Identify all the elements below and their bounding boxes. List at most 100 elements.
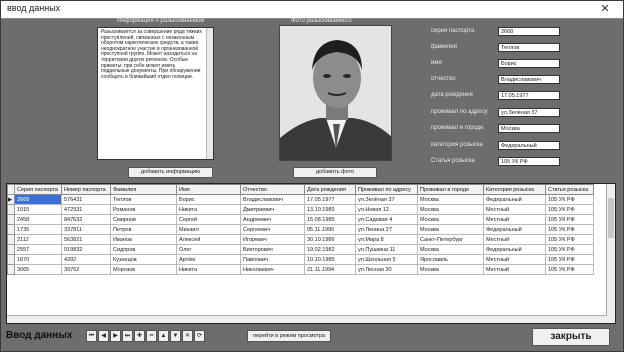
table-cell[interactable]: 21.11.1994 (304, 264, 356, 275)
table-cell[interactable]: Москва (417, 214, 484, 225)
table-cell[interactable]: Борис (176, 194, 241, 205)
table-cell[interactable]: Сидоров (110, 244, 177, 255)
column-header[interactable]: Номер паспорта (61, 184, 111, 195)
table-cell[interactable]: ул.Пушкина 11 (355, 244, 418, 255)
table-cell[interactable]: 847632 (61, 214, 111, 225)
table-cell[interactable]: Москва (417, 224, 484, 235)
row-selector[interactable] (7, 204, 15, 215)
table-cell[interactable]: Местный (483, 234, 546, 245)
table-cell[interactable]: Викторович (240, 244, 305, 255)
table-cell[interactable]: Федеральный (483, 224, 546, 235)
table-cell[interactable]: Дмитриевич (240, 204, 305, 215)
row-selector[interactable]: ▶ (7, 194, 15, 205)
table-cell[interactable]: 105 УК РФ (545, 194, 594, 205)
table-row[interactable]: 1015 472931 Романов Никита Дмитриевич 13.10.1… (7, 204, 594, 215)
nav-button-icon[interactable]: ▶ (110, 330, 121, 342)
row-selector[interactable] (7, 214, 15, 225)
nav-button-icon[interactable]: ▲ (158, 330, 169, 342)
table-cell[interactable]: ул.Мира 8 (355, 234, 418, 245)
form-field-5[interactable]: ул.Зелёная 37 (498, 108, 560, 117)
table-cell[interactable]: Сергей (176, 214, 241, 225)
table-cell[interactable]: Федеральный (483, 194, 546, 205)
table-row[interactable]: 3065 39762 Морозов Никита Николаевич 21.11.19… (7, 264, 594, 275)
nav-button-icon[interactable]: ⏭ (122, 330, 133, 342)
table-row[interactable]: 1870 4392 Кузнецов Артём Павлович 10.10.1985 у… (7, 254, 594, 265)
table-cell[interactable]: Местный (483, 204, 546, 215)
table-cell[interactable]: Местный (483, 264, 546, 275)
table-cell[interactable]: Федеральный (483, 244, 546, 255)
column-header[interactable]: Дата рождения (304, 184, 356, 195)
table-cell[interactable]: 576431 (61, 194, 111, 205)
table-cell[interactable]: 105 УК РФ (545, 234, 594, 245)
table-cell[interactable]: Олег (176, 244, 241, 255)
column-header[interactable]: Имя (176, 184, 241, 195)
table-cell[interactable]: Теплов (110, 194, 177, 205)
close-window-icon[interactable]: ✕ (597, 2, 613, 16)
column-header[interactable]: Фамилия (110, 184, 177, 195)
table-cell[interactable]: Смирнов (110, 214, 177, 225)
table-cell[interactable]: 39762 (61, 264, 111, 275)
table-cell[interactable]: 563821 (61, 234, 111, 245)
table-cell[interactable]: 17.05.1977 (304, 194, 356, 205)
info-textarea[interactable]: Разыскивается за совершение ряда тяжких … (97, 27, 214, 160)
table-cell[interactable]: Санкт-Петербург (417, 234, 484, 245)
column-header[interactable]: Отчество (240, 184, 305, 195)
table-cell[interactable]: Местный (483, 214, 546, 225)
form-field-0[interactable]: 2668 (498, 27, 560, 36)
row-selector[interactable] (7, 244, 15, 255)
table-cell[interactable]: Игоревич (240, 234, 305, 245)
table-cell[interactable]: 105 УК РФ (545, 204, 594, 215)
nav-button-icon[interactable]: ⟳ (194, 330, 205, 342)
form-field-2[interactable]: Борис (498, 59, 560, 68)
table-cell[interactable]: 2557 (14, 244, 62, 255)
table-cell[interactable]: Андреевич (240, 214, 305, 225)
nav-button-icon[interactable]: ✕ (182, 330, 193, 342)
table-row[interactable]: 1735 337811 Петров Михаил Сергеевич 05.11.199… (7, 224, 594, 235)
form-field-4[interactable]: 17.05.1977 (498, 91, 560, 100)
table-cell[interactable]: Ярославль (417, 254, 484, 265)
table-row[interactable]: 2557 019832 Сидоров Олег Викторович 19.02.198… (7, 244, 594, 255)
table-cell[interactable]: 4392 (61, 254, 111, 265)
column-header[interactable]: Серия паспорта (14, 184, 62, 195)
table-cell[interactable]: 1870 (14, 254, 62, 265)
table-cell[interactable]: ул.Новая 12 (355, 204, 418, 215)
table-cell[interactable]: 05.11.1990 (304, 224, 356, 235)
table-cell[interactable]: Романов (110, 204, 177, 215)
row-selector[interactable] (7, 254, 15, 265)
table-cell[interactable]: Москва (417, 264, 484, 275)
table-cell[interactable]: Местный (483, 254, 546, 265)
table-cell[interactable]: 19.02.1982 (304, 244, 356, 255)
view-mode-button[interactable]: перейти в режим просмотра (247, 330, 331, 342)
table-row[interactable]: ▶ 2668 576431 Теплов Борис Владиславович 17.05… (7, 194, 594, 205)
table-cell[interactable]: Москва (417, 194, 484, 205)
table-cell[interactable]: 105 УК РФ (545, 254, 594, 265)
table-cell[interactable]: 2112 (14, 234, 62, 245)
table-cell[interactable]: Алексей (176, 234, 241, 245)
table-cell[interactable]: ул.Садовая 4 (355, 214, 418, 225)
table-row[interactable]: 2112 563821 Иванов Алексей Игоревич 30.10.198… (7, 234, 594, 245)
table-cell[interactable]: 1015 (14, 204, 62, 215)
table-cell[interactable]: 30.10.1986 (304, 234, 356, 245)
table-cell[interactable]: ул.Лесная 30 (355, 264, 418, 275)
table-cell[interactable]: 019832 (61, 244, 111, 255)
table-cell[interactable]: 105 УК РФ (545, 264, 594, 275)
info-scrollbar[interactable] (206, 28, 213, 159)
form-field-6[interactable]: Москва (498, 124, 560, 133)
nav-button-icon[interactable]: ◀ (98, 330, 109, 342)
form-field-7[interactable]: Федеральный (498, 141, 560, 150)
scroll-thumb[interactable] (608, 198, 614, 238)
grid-horizontal-scrollbar[interactable] (7, 315, 607, 323)
table-cell[interactable]: ул.Школьная 5 (355, 254, 418, 265)
data-grid[interactable]: Серия паспорта Номер паспорта Фамилия Имя От… (6, 183, 616, 324)
column-header[interactable]: Проживал в городе (417, 184, 484, 195)
table-cell[interactable]: 337811 (61, 224, 111, 235)
table-cell[interactable]: 13.10.1989 (304, 204, 356, 215)
add-photo-button[interactable]: добавить фото (293, 167, 377, 178)
table-cell[interactable]: 105 УК РФ (545, 214, 594, 225)
table-cell[interactable]: Петров (110, 224, 177, 235)
table-cell[interactable]: 15.08.1985 (304, 214, 356, 225)
row-selector[interactable] (7, 224, 15, 235)
table-cell[interactable]: 2458 (14, 214, 62, 225)
column-header[interactable]: Проживал по адресу (355, 184, 418, 195)
table-cell[interactable]: Кузнецов (110, 254, 177, 265)
